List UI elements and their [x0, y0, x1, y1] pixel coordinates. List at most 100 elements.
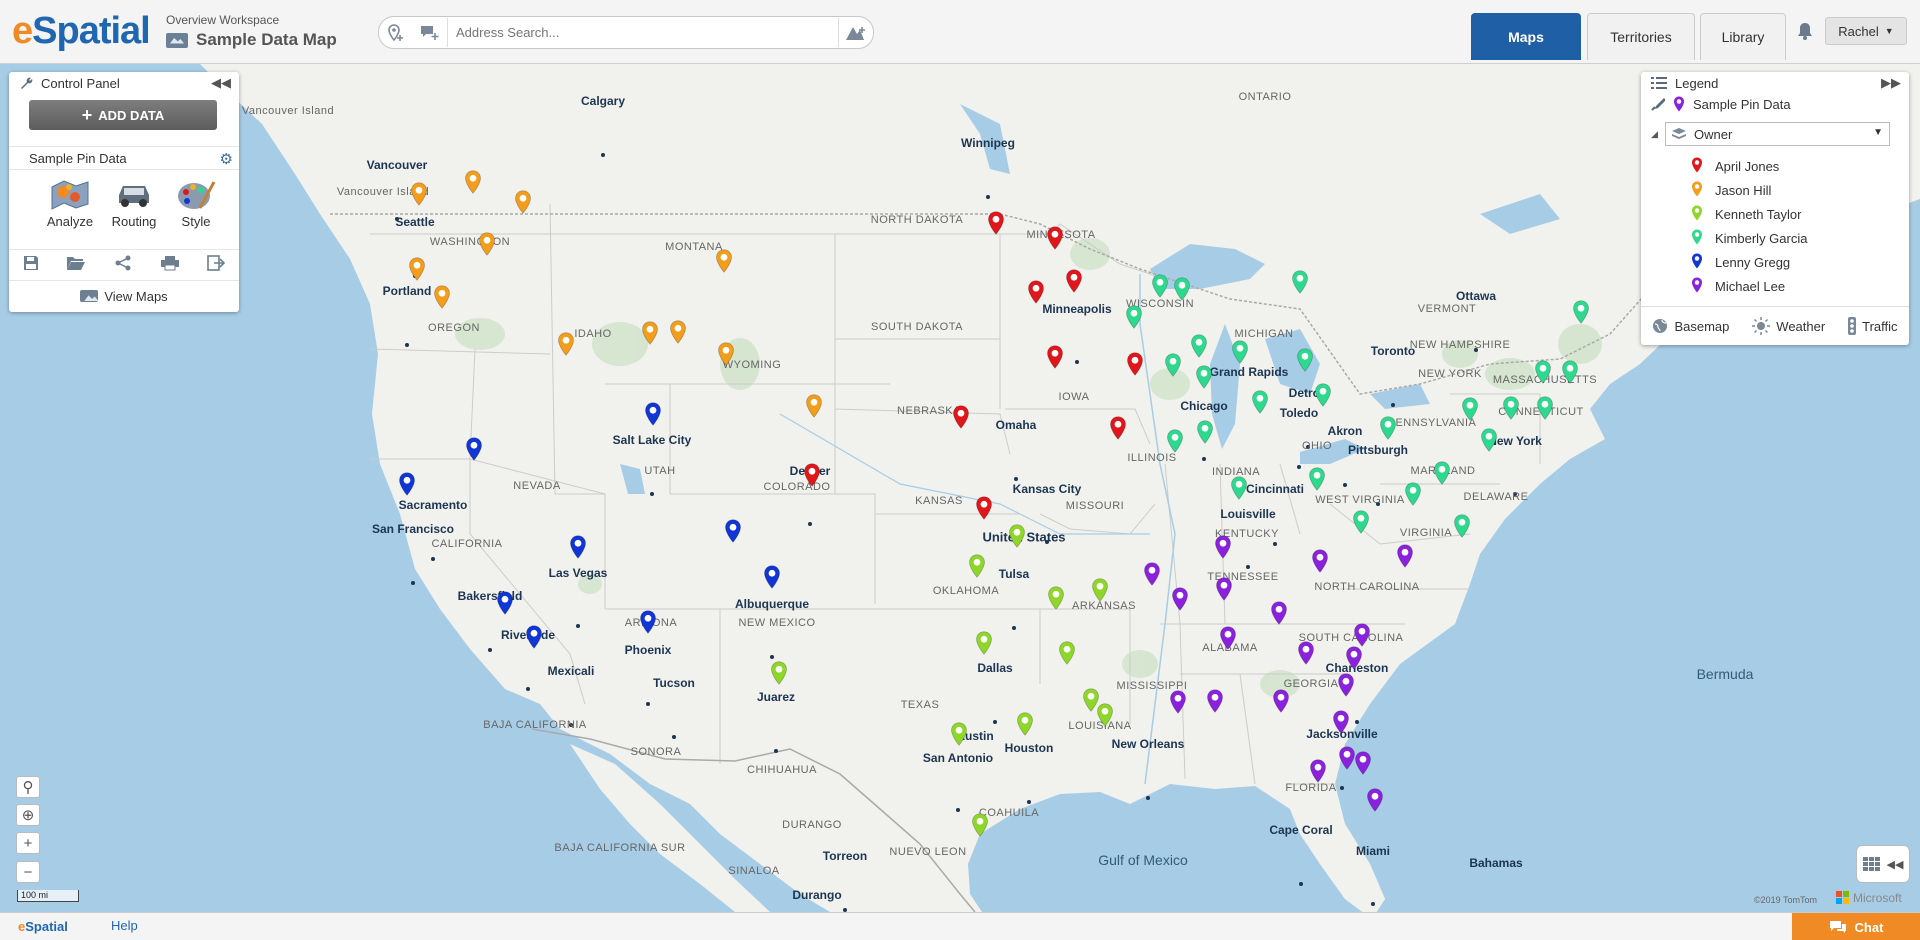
- map-pin[interactable]: [1173, 277, 1191, 301]
- map-pin[interactable]: [1461, 397, 1479, 421]
- data-grid-toggle-button[interactable]: ◀◀: [1856, 845, 1910, 883]
- map-pin[interactable]: [1534, 360, 1552, 384]
- map-pin[interactable]: [1190, 334, 1208, 358]
- legend-item[interactable]: Michael Lee: [1691, 277, 1785, 296]
- map-pin[interactable]: [1027, 280, 1045, 304]
- map-pin[interactable]: [478, 232, 496, 256]
- map-pin[interactable]: [464, 170, 482, 194]
- open-folder-icon[interactable]: [66, 255, 86, 275]
- map-pin[interactable]: [803, 463, 821, 487]
- export-icon[interactable]: [207, 255, 226, 275]
- map-pin[interactable]: [987, 211, 1005, 235]
- save-icon[interactable]: [23, 255, 39, 275]
- footer-espatial-link[interactable]: eSpatial: [18, 919, 68, 934]
- map-pin[interactable]: [1231, 340, 1249, 364]
- map-pin[interactable]: [1215, 577, 1233, 601]
- share-icon[interactable]: [114, 255, 132, 275]
- help-link[interactable]: Help: [111, 918, 138, 933]
- legend-layer-row[interactable]: Sample Pin Data: [1651, 96, 1791, 112]
- map-pin[interactable]: [1311, 549, 1329, 573]
- map-pin[interactable]: [1291, 270, 1309, 294]
- map-pin[interactable]: [641, 321, 659, 345]
- map-pin[interactable]: [1536, 396, 1554, 420]
- espatial-logo[interactable]: eSpatial: [12, 10, 151, 53]
- map-pin[interactable]: [1309, 759, 1327, 783]
- map-pin[interactable]: [1166, 429, 1184, 453]
- map-pin[interactable]: [1169, 690, 1187, 714]
- map-pin[interactable]: [1008, 524, 1026, 548]
- map-pin[interactable]: [1396, 544, 1414, 568]
- add-data-button[interactable]: + ADD DATA: [29, 100, 217, 130]
- map-pin[interactable]: [1314, 383, 1332, 407]
- map-pin[interactable]: [1016, 712, 1034, 736]
- zoom-box-button[interactable]: ⚲: [16, 776, 40, 798]
- routing-button[interactable]: Routing: [103, 176, 165, 229]
- map-pin[interactable]: [1058, 641, 1076, 665]
- legend-item[interactable]: Lenny Gregg: [1691, 253, 1790, 272]
- map-pin[interactable]: [1502, 396, 1520, 420]
- add-route-button[interactable]: [839, 17, 873, 48]
- print-icon[interactable]: [160, 255, 180, 275]
- map-pin[interactable]: [950, 722, 968, 746]
- map-pin[interactable]: [1352, 510, 1370, 534]
- map-pin[interactable]: [465, 437, 483, 461]
- map-pin[interactable]: [724, 519, 742, 543]
- map-pin[interactable]: [1046, 345, 1064, 369]
- map-title[interactable]: Sample Data Map: [166, 30, 337, 50]
- map-pin[interactable]: [975, 631, 993, 655]
- map-pin[interactable]: [1195, 365, 1213, 389]
- address-search-input[interactable]: [447, 18, 839, 47]
- group-by-select[interactable]: Owner ▼: [1665, 122, 1890, 146]
- map-pin[interactable]: [408, 257, 426, 281]
- map-pin[interactable]: [975, 496, 993, 520]
- style-button[interactable]: Style: [165, 176, 227, 229]
- map-pin[interactable]: [410, 182, 428, 206]
- map-pin[interactable]: [1270, 601, 1288, 625]
- map-pin[interactable]: [763, 565, 781, 589]
- map-pin[interactable]: [1272, 689, 1290, 713]
- weather-button[interactable]: Weather: [1752, 317, 1825, 335]
- map-pin[interactable]: [1126, 352, 1144, 376]
- map-pin[interactable]: [398, 472, 416, 496]
- map-pin[interactable]: [1353, 623, 1371, 647]
- zoom-in-button[interactable]: +: [16, 832, 40, 854]
- map-pin[interactable]: [952, 405, 970, 429]
- map-pin[interactable]: [557, 332, 575, 356]
- map-pin[interactable]: [1206, 689, 1224, 713]
- map-pin[interactable]: [717, 342, 735, 366]
- legend-item[interactable]: Jason Hill: [1691, 181, 1771, 200]
- user-menu-button[interactable]: Rachel ▼: [1825, 17, 1907, 45]
- map-pin[interactable]: [715, 249, 733, 273]
- locate-me-button[interactable]: ⊕: [16, 804, 40, 826]
- map-pin[interactable]: [1230, 476, 1248, 500]
- zoom-out-button[interactable]: −: [16, 861, 40, 883]
- map-pin[interactable]: [1296, 348, 1314, 372]
- add-comment-button[interactable]: [413, 17, 447, 48]
- collapse-panel-icon[interactable]: ◀◀: [211, 75, 231, 91]
- map-pin[interactable]: [1354, 751, 1372, 775]
- legend-item[interactable]: Kimberly Garcia: [1691, 229, 1807, 248]
- layer-settings-gear-icon[interactable]: ⚙: [220, 150, 233, 168]
- view-maps-button[interactable]: View Maps: [9, 282, 239, 310]
- map-pin[interactable]: [644, 402, 662, 426]
- map-pin[interactable]: [1404, 482, 1422, 506]
- map-pin[interactable]: [1251, 390, 1269, 414]
- map-pin[interactable]: [1433, 461, 1451, 485]
- map-pin[interactable]: [514, 190, 532, 214]
- map-pin[interactable]: [971, 813, 989, 837]
- map-pin[interactable]: [1065, 269, 1083, 293]
- map-pin[interactable]: [1332, 710, 1350, 734]
- traffic-button[interactable]: Traffic: [1848, 317, 1898, 335]
- expand-triangle-icon[interactable]: ◢: [1651, 129, 1658, 140]
- legend-item[interactable]: Kenneth Taylor: [1691, 205, 1802, 224]
- tab-territories[interactable]: Territories: [1587, 13, 1695, 60]
- map-pin[interactable]: [569, 535, 587, 559]
- basemap-button[interactable]: Basemap: [1652, 318, 1729, 334]
- tab-library[interactable]: Library: [1700, 13, 1786, 60]
- map-pin[interactable]: [433, 285, 451, 309]
- map-pin[interactable]: [1046, 226, 1064, 250]
- map-pin[interactable]: [1171, 587, 1189, 611]
- map-pin[interactable]: [968, 554, 986, 578]
- map-pin[interactable]: [770, 661, 788, 685]
- legend-item[interactable]: April Jones: [1691, 157, 1779, 176]
